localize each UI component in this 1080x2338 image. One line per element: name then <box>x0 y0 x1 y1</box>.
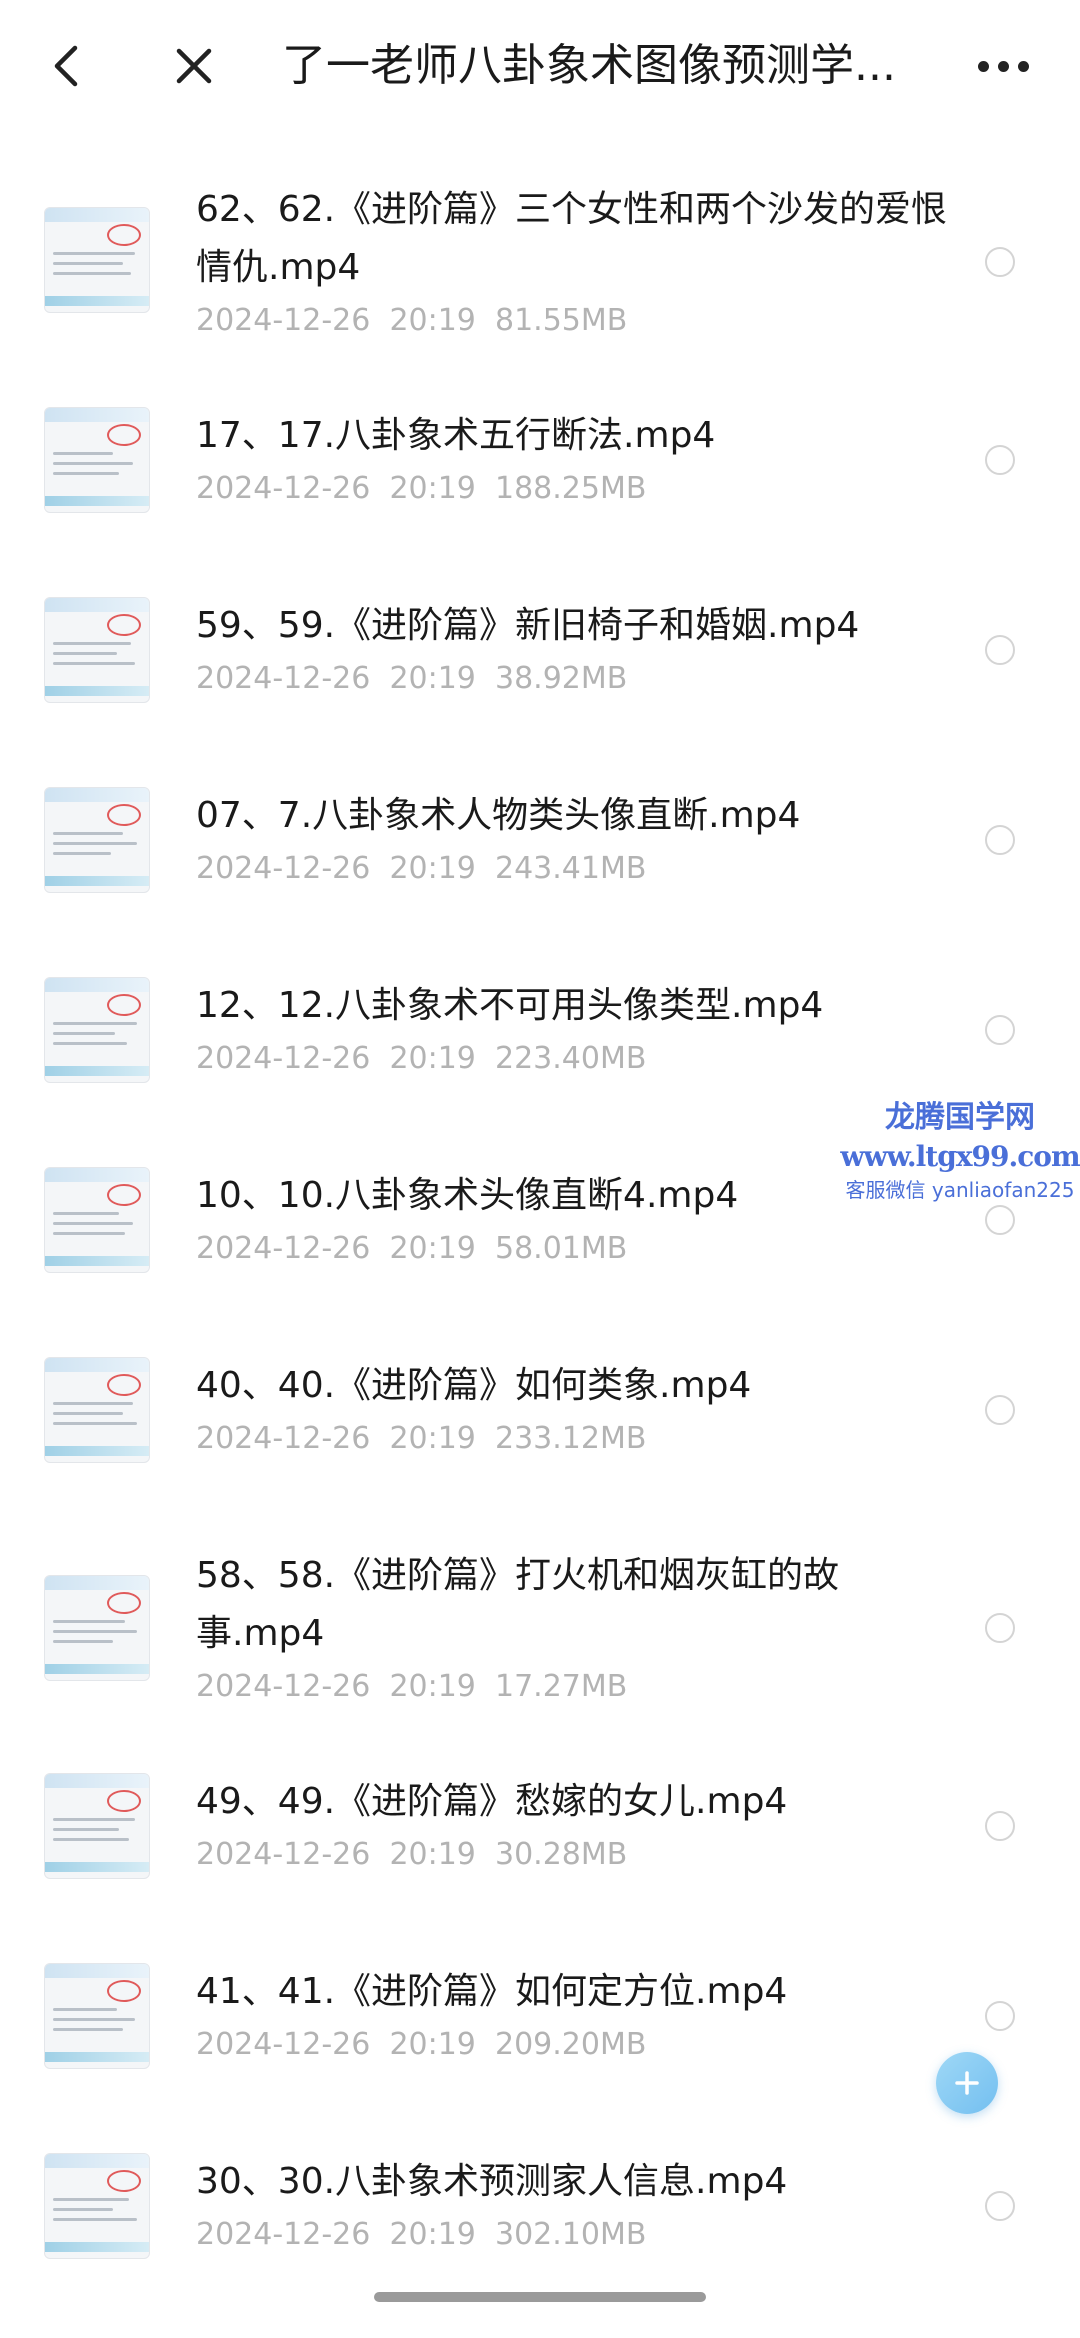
file-name: 62、62.《进阶篇》三个女性和两个沙发的爱恨情仇.mp4 <box>196 189 948 288</box>
select-radio[interactable] <box>985 247 1015 277</box>
file-meta: 2024-12-26 20:19 209.20MB <box>196 2025 896 2065</box>
file-size: 302.10MB <box>494 2217 647 2252</box>
select-radio[interactable] <box>985 1015 1015 1045</box>
file-date: 2024-12-26 <box>196 1231 371 1266</box>
select-radio[interactable] <box>985 825 1015 855</box>
file-size: 58.01MB <box>494 1231 628 1266</box>
file-meta: 2024-12-26 20:19 81.55MB <box>196 301 896 341</box>
chevron-left-icon <box>54 45 78 87</box>
file-meta: 2024-12-26 20:19 223.40MB <box>196 1039 896 1079</box>
file-time: 20:19 <box>389 303 476 338</box>
video-thumbnail <box>44 1357 150 1463</box>
file-time: 20:19 <box>389 1837 476 1872</box>
watermark-url: www.ltgx99.com <box>840 1140 1080 1173</box>
close-icon <box>176 48 212 84</box>
file-time: 20:19 <box>389 471 476 506</box>
file-date: 2024-12-26 <box>196 1669 371 1704</box>
video-thumbnail <box>44 2153 150 2259</box>
file-time: 20:19 <box>389 2027 476 2062</box>
file-size: 233.12MB <box>494 1421 647 1456</box>
watermark-contact: 客服微信 yanliaofan225 <box>845 1178 1075 1202</box>
file-name: 17、17.八卦象术五行断法.mp4 <box>196 415 716 456</box>
file-date: 2024-12-26 <box>196 1041 371 1076</box>
file-size: 223.40MB <box>494 1041 647 1076</box>
add-button[interactable] <box>936 2052 998 2114</box>
file-size: 243.41MB <box>494 851 647 886</box>
file-meta: 2024-12-26 20:19 243.41MB <box>196 849 896 889</box>
file-date: 2024-12-26 <box>196 303 371 338</box>
file-name: 07、7.八卦象术人物类头像直断.mp4 <box>196 795 801 836</box>
select-radio[interactable] <box>985 2001 1015 2031</box>
file-size: 209.20MB <box>494 2027 647 2062</box>
file-time: 20:19 <box>389 2217 476 2252</box>
select-radio[interactable] <box>985 635 1015 665</box>
file-time: 20:19 <box>389 1421 476 1456</box>
file-name: 41、41.《进阶篇》如何定方位.mp4 <box>196 1971 788 2012</box>
file-time: 20:19 <box>389 1041 476 1076</box>
file-size: 17.27MB <box>494 1669 628 1704</box>
file-meta: 2024-12-26 20:19 30.28MB <box>196 1835 896 1875</box>
file-name: 40、40.《进阶篇》如何类象.mp4 <box>196 1365 752 1406</box>
file-size: 188.25MB <box>494 471 647 506</box>
top-bar: 了一老师八卦象术图像预测学... <box>0 0 1080 135</box>
file-meta: 2024-12-26 20:19 38.92MB <box>196 659 896 699</box>
file-name: 49、49.《进阶篇》愁嫁的女儿.mp4 <box>196 1781 788 1822</box>
video-thumbnail <box>44 207 150 313</box>
file-time: 20:19 <box>389 1231 476 1266</box>
video-thumbnail <box>44 407 150 513</box>
file-time: 20:19 <box>389 661 476 696</box>
file-size: 30.28MB <box>494 1837 628 1872</box>
file-meta: 2024-12-26 20:19 58.01MB <box>196 1229 896 1269</box>
file-time: 20:19 <box>389 851 476 886</box>
select-radio[interactable] <box>985 1613 1015 1643</box>
file-size: 81.55MB <box>494 303 628 338</box>
file-date: 2024-12-26 <box>196 2217 371 2252</box>
video-thumbnail <box>44 787 150 893</box>
video-thumbnail <box>44 1963 150 2069</box>
file-meta: 2024-12-26 20:19 233.12MB <box>196 1419 896 1459</box>
close-button[interactable] <box>164 36 224 96</box>
file-meta: 2024-12-26 20:19 188.25MB <box>196 469 896 509</box>
video-thumbnail <box>44 1575 150 1681</box>
back-button[interactable] <box>38 36 94 96</box>
select-radio[interactable] <box>985 2191 1015 2221</box>
file-name: 58、58.《进阶篇》打火机和烟灰缸的故事.mp4 <box>196 1555 840 1654</box>
file-date: 2024-12-26 <box>196 1421 371 1456</box>
watermark: 龙腾国学网 www.ltgx99.com 客服微信 yanliaofan225 <box>840 1098 1080 1204</box>
select-radio[interactable] <box>985 1395 1015 1425</box>
file-date: 2024-12-26 <box>196 2027 371 2062</box>
file-date: 2024-12-26 <box>196 851 371 886</box>
video-thumbnail <box>44 977 150 1083</box>
file-name: 12、12.八卦象术不可用头像类型.mp4 <box>196 985 824 1026</box>
select-radio[interactable] <box>985 445 1015 475</box>
select-radio[interactable] <box>985 1811 1015 1841</box>
more-dots-icon <box>977 60 989 72</box>
home-indicator[interactable] <box>374 2292 706 2302</box>
file-name: 59、59.《进阶篇》新旧椅子和婚姻.mp4 <box>196 605 860 646</box>
file-size: 38.92MB <box>494 661 628 696</box>
more-options-button[interactable] <box>968 36 1038 96</box>
file-date: 2024-12-26 <box>196 471 371 506</box>
file-meta: 2024-12-26 20:19 17.27MB <box>196 1667 896 1707</box>
video-thumbnail <box>44 1167 150 1273</box>
video-thumbnail <box>44 597 150 703</box>
page-title: 了一老师八卦象术图像预测学... <box>282 40 896 91</box>
file-meta: 2024-12-26 20:19 302.10MB <box>196 2215 896 2255</box>
watermark-site-name: 龙腾国学网 <box>885 1100 1035 1135</box>
video-thumbnail <box>44 1773 150 1879</box>
file-date: 2024-12-26 <box>196 1837 371 1872</box>
file-date: 2024-12-26 <box>196 661 371 696</box>
plus-icon <box>955 2071 979 2095</box>
file-name: 30、30.八卦象术预测家人信息.mp4 <box>196 2161 788 2202</box>
file-time: 20:19 <box>389 1669 476 1704</box>
select-radio[interactable] <box>985 1205 1015 1235</box>
